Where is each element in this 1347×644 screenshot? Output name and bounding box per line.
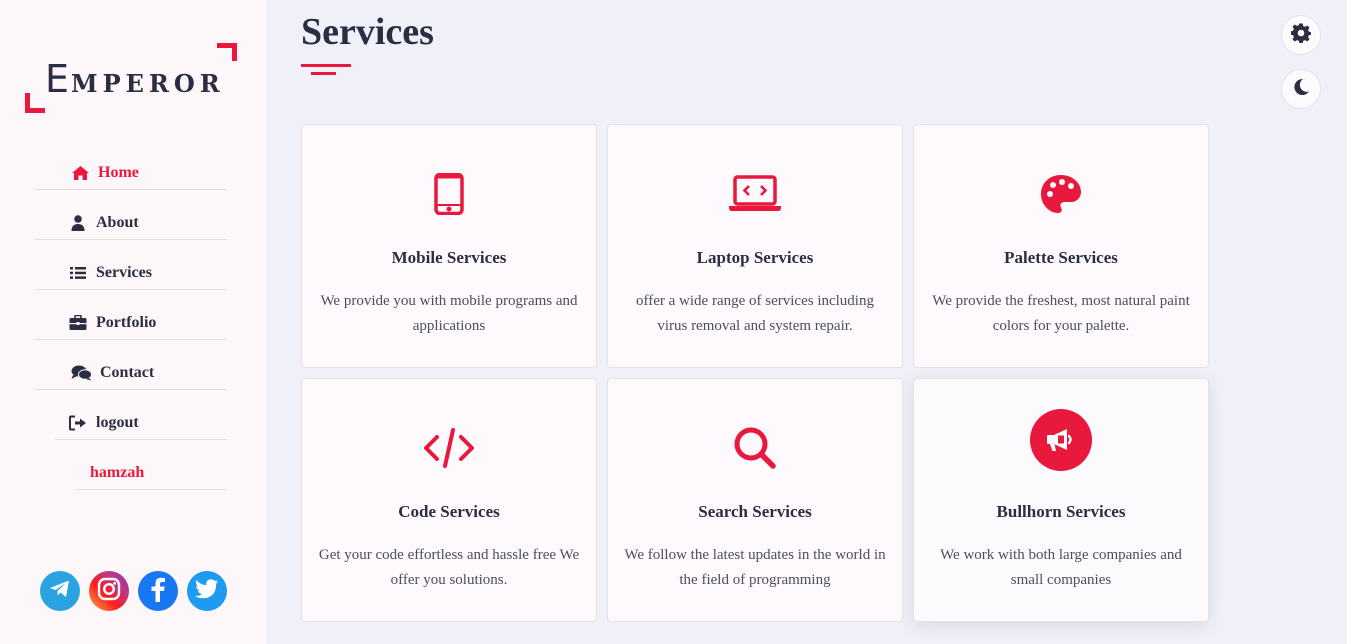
sidebar-item-about[interactable]: About [0, 202, 266, 252]
mobile-icon [418, 163, 480, 225]
sidebar-item-services[interactable]: Services [0, 252, 266, 302]
sidebar-item-contact[interactable]: Contact [0, 352, 266, 402]
sidebar-user[interactable]: hamzah [0, 452, 266, 502]
service-title: Bullhorn Services [996, 502, 1126, 521]
sign-out-icon [68, 414, 88, 432]
sidebar-item-label: Contact [100, 364, 155, 381]
sidebar-item-home[interactable]: Home [0, 152, 266, 202]
brand-first-letter: E [45, 57, 72, 101]
comments-icon [70, 364, 92, 382]
service-title: Code Services [398, 502, 500, 521]
title-underline-short [311, 72, 336, 75]
settings-button[interactable] [1281, 15, 1321, 55]
service-card-bullhorn[interactable]: Bullhorn Services We work with both larg… [913, 378, 1209, 622]
gear-icon [1291, 23, 1311, 48]
page-title: Services [301, 11, 434, 53]
telegram-icon [49, 579, 71, 604]
sidebar-item-label: Portfolio [96, 314, 157, 331]
service-description: We work with both large companies and sm… [940, 547, 1182, 588]
service-card-search[interactable]: Search Services We follow the latest upd… [607, 378, 903, 622]
sidebar-item-label: Home [98, 164, 139, 181]
user-icon [68, 214, 88, 232]
moon-icon [1292, 78, 1310, 101]
briefcase-icon [68, 314, 88, 332]
service-title: Laptop Services [696, 248, 814, 267]
twitter-link[interactable] [187, 571, 227, 611]
sidebar-nav: Home About Services Portfolio Contact lo… [0, 152, 266, 502]
telegram-link[interactable] [40, 571, 80, 611]
service-card-palette[interactable]: Palette Services We provide the freshest… [913, 124, 1209, 368]
list-icon [68, 264, 88, 282]
social-links [40, 571, 227, 611]
service-card-laptop[interactable]: Laptop Services offer a wide range of se… [607, 124, 903, 368]
service-description: Get your code effortless and hassle free… [318, 547, 580, 588]
brand-rest: MPEROR [71, 69, 225, 98]
sidebar-item-label: logout [96, 414, 139, 431]
service-title: Palette Services [1004, 248, 1118, 267]
instagram-icon [97, 577, 121, 606]
service-card-code[interactable]: Code Services Get your code effortless a… [301, 378, 597, 622]
sidebar-item-logout[interactable]: logout [0, 402, 266, 452]
username: hamzah [90, 464, 145, 481]
logo-corner-bottom-left [25, 93, 45, 113]
service-description: We follow the latest updates in the worl… [624, 547, 886, 588]
sidebar: EMPEROR Home About Services Portfolio Co… [0, 0, 266, 644]
code-icon [418, 417, 480, 479]
laptop-code-icon [724, 163, 786, 225]
home-icon [70, 164, 90, 182]
bullhorn-icon [1030, 409, 1092, 471]
twitter-icon [195, 578, 219, 604]
search-icon [724, 417, 786, 479]
services-grid: Mobile Services We provide you with mobi… [301, 124, 1209, 622]
theme-toggle-button[interactable] [1281, 69, 1321, 109]
palette-icon [1030, 163, 1092, 225]
brand-name: EMPEROR [45, 57, 225, 101]
service-description: We provide you with mobile programs and … [320, 293, 578, 334]
service-card-mobile[interactable]: Mobile Services We provide you with mobi… [301, 124, 597, 368]
sidebar-item-portfolio[interactable]: Portfolio [0, 302, 266, 352]
service-description: offer a wide range of services including… [636, 293, 874, 334]
service-description: We provide the freshest, most natural pa… [932, 293, 1190, 334]
sidebar-item-label: Services [96, 264, 152, 281]
title-underline [301, 64, 351, 67]
brand-logo[interactable]: EMPEROR [25, 43, 237, 113]
facebook-link[interactable] [138, 571, 178, 611]
facebook-icon [150, 576, 166, 607]
sidebar-item-label: About [96, 214, 139, 231]
instagram-link[interactable] [89, 571, 129, 611]
service-title: Mobile Services [391, 248, 507, 267]
service-title: Search Services [698, 502, 812, 521]
